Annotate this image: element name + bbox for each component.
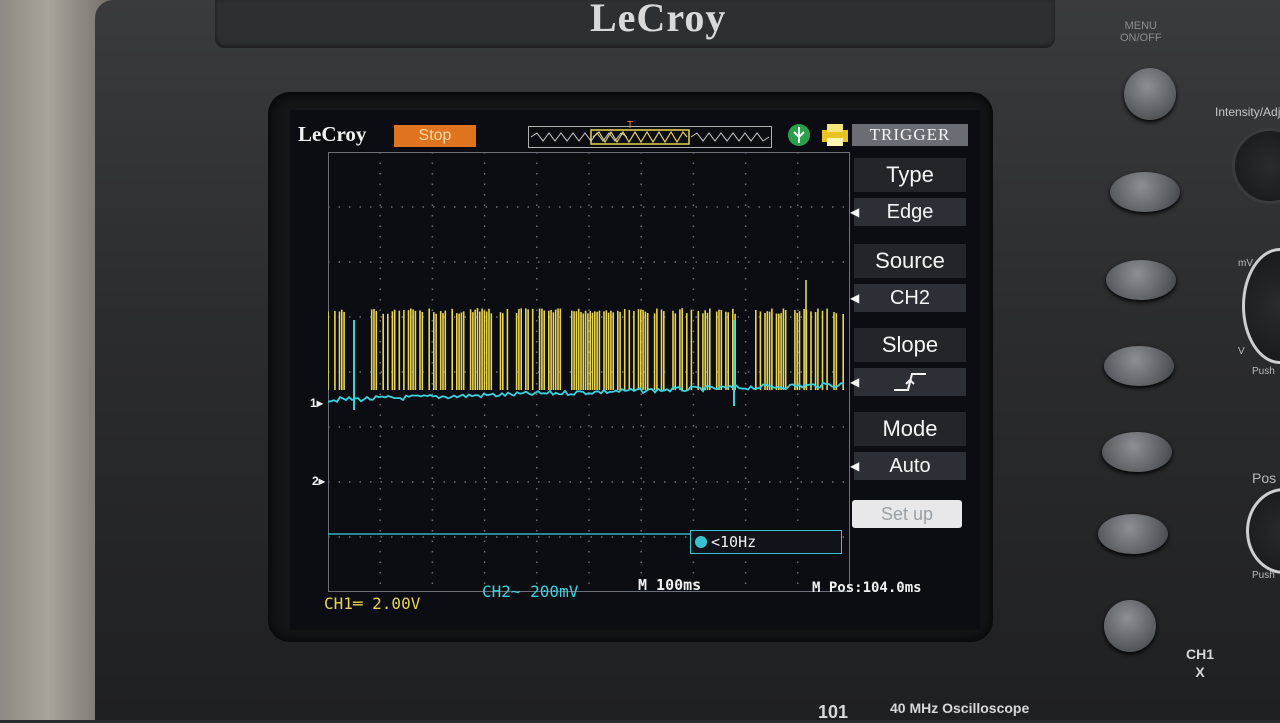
menu-onoff-button[interactable] xyxy=(1124,68,1176,120)
menu-item-value: ◀ xyxy=(850,368,966,396)
horizontal-position: M Pos:104.0ms xyxy=(812,580,922,596)
menu-item-value: ◀ Auto xyxy=(850,452,966,480)
softkey-4-button[interactable] xyxy=(1102,432,1172,472)
memory-waveform-icon xyxy=(530,129,770,145)
trigger-frequency-icon xyxy=(695,536,707,548)
menu-item-source[interactable]: Source ◀ CH2 xyxy=(850,240,966,320)
menu-item-label: Mode xyxy=(854,412,966,446)
push-label-2: Push xyxy=(1252,570,1275,581)
ch2-ground-marker: 2▸ xyxy=(312,474,325,488)
trigger-menu: TRIGGER Type ◀ Edge Source ◀ CH2 Slope ◀ M… xyxy=(850,124,968,544)
menu-item-mode[interactable]: Mode ◀ Auto xyxy=(850,408,966,488)
waveform-graticule xyxy=(328,152,850,592)
menu-onoff-label: MENU ON/OFF xyxy=(1120,20,1162,44)
trigger-position-marker: T xyxy=(627,120,634,131)
softkey-3-button[interactable] xyxy=(1104,346,1174,386)
mv-label: mV xyxy=(1238,258,1253,269)
ch1-ground-marker: 1▸ xyxy=(310,396,323,410)
selector-arrow-icon: ◀ xyxy=(850,375,860,389)
pos-label: Pos xyxy=(1252,470,1277,486)
timebase-scale: M 100ms xyxy=(638,576,702,594)
display-screen: LeCroy Stop T 1▸ 2▸ <10Hz CH1═ 2.00V CH2… xyxy=(290,110,980,630)
ch2-scale: CH2∼ 200mV xyxy=(482,582,579,601)
usb-icon xyxy=(788,124,810,146)
selector-arrow-icon: ◀ xyxy=(850,291,860,305)
selector-arrow-icon: ◀ xyxy=(850,205,860,219)
menu-item-label: Type xyxy=(854,158,966,192)
model-description: 40 MHz Oscilloscope xyxy=(890,700,1030,716)
menu-title: TRIGGER xyxy=(852,124,968,146)
device-brand: LeCroy xyxy=(590,0,727,40)
trigger-frequency-value: <10Hz xyxy=(711,533,757,551)
printer-icon xyxy=(822,124,848,146)
softkey-1-button[interactable] xyxy=(1110,172,1180,212)
selector-arrow-icon: ◀ xyxy=(850,459,860,473)
softkey-6-button[interactable] xyxy=(1104,600,1156,652)
softkey-2-button[interactable] xyxy=(1106,260,1176,300)
v-label: V xyxy=(1238,346,1245,357)
memory-position-bar xyxy=(528,126,772,148)
ch1-scale: CH1═ 2.00V xyxy=(324,594,421,613)
setup-button[interactable]: Set up xyxy=(852,500,962,528)
trigger-frequency-readout: <10Hz xyxy=(690,530,842,554)
menu-item-type[interactable]: Type ◀ Edge xyxy=(850,154,966,234)
menu-item-label: Slope xyxy=(854,328,966,362)
run-state-badge: Stop xyxy=(394,125,476,147)
screen-brand: LeCroy xyxy=(298,122,367,146)
menu-item-label: Source xyxy=(854,244,966,278)
menu-item-value: ◀ Edge xyxy=(850,198,966,226)
rising-edge-icon xyxy=(894,373,926,391)
menu-item-slope[interactable]: Slope ◀ xyxy=(850,324,966,404)
softkey-5-button[interactable] xyxy=(1098,514,1168,554)
ch1-x-label: CH1 X xyxy=(1186,646,1215,680)
menu-item-value: ◀ CH2 xyxy=(850,284,966,312)
push-label: Push xyxy=(1252,366,1275,377)
intensity-label: Intensity/Adj xyxy=(1215,105,1280,119)
